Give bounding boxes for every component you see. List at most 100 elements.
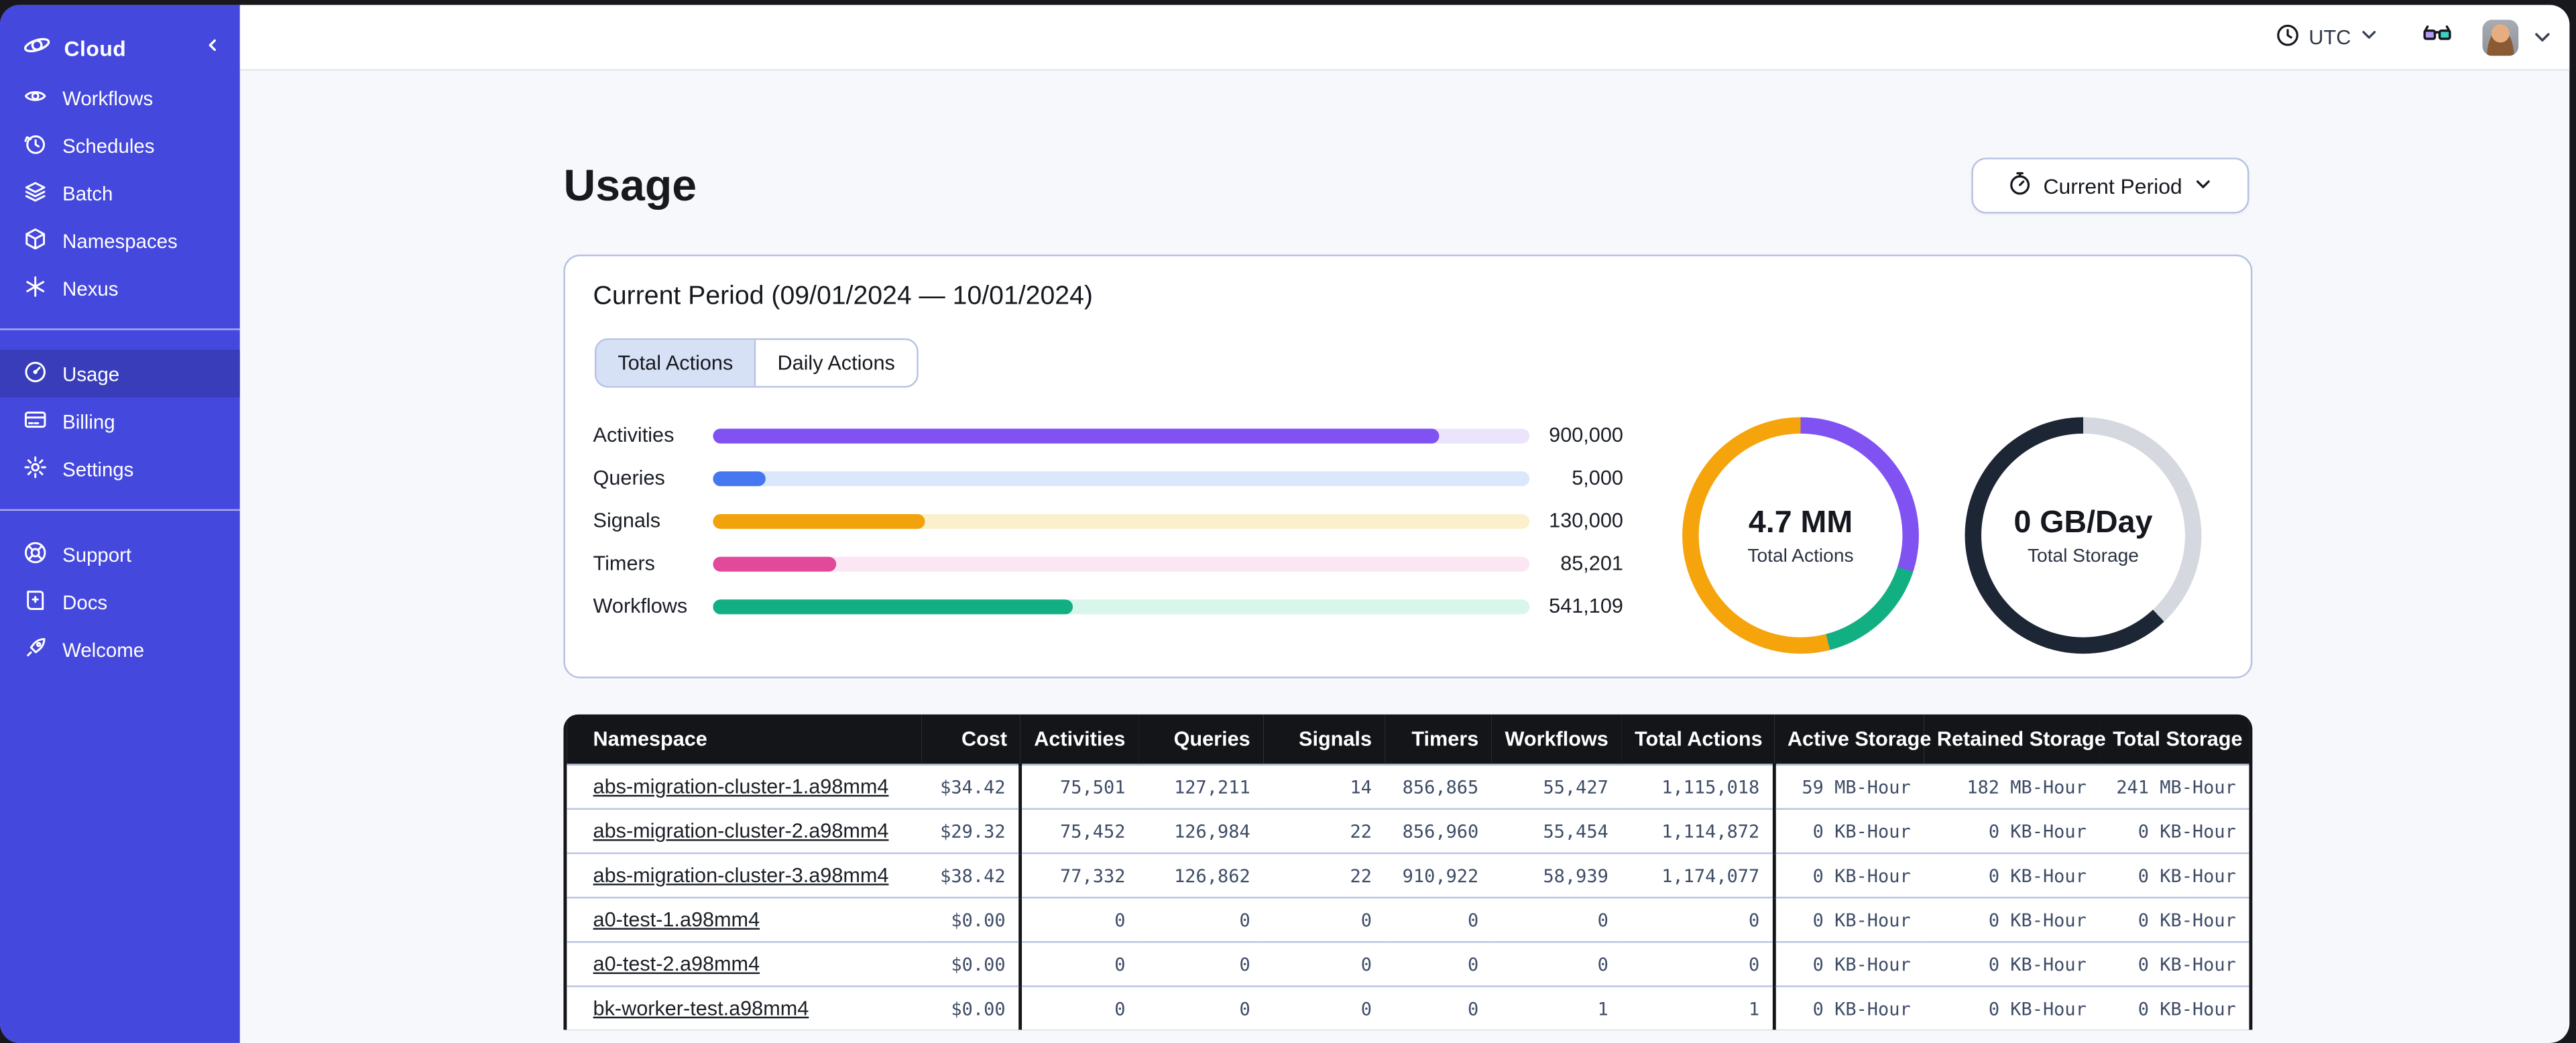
- namespace-link[interactable]: abs-migration-cluster-3.a98mm4: [593, 864, 889, 887]
- batch-icon: [23, 178, 48, 208]
- bar-fill: [713, 513, 926, 528]
- value-cell: $29.32: [921, 808, 1022, 853]
- column-header-workflows: Workflows: [1491, 714, 1622, 765]
- nerdfaces-glasses-button[interactable]: [2422, 21, 2453, 53]
- sidebar-item-label: Namespaces: [62, 229, 178, 253]
- page-title: Usage: [563, 161, 697, 210]
- namespace-link[interactable]: a0-test-2.a98mm4: [593, 953, 760, 975]
- tab-daily-actions[interactable]: Daily Actions: [754, 340, 917, 386]
- value-cell: 182 MB-Hour: [1924, 763, 2100, 809]
- column-header-activities: Activities: [1020, 714, 1139, 765]
- namespace-link[interactable]: abs-migration-cluster-1.a98mm4: [593, 776, 889, 798]
- sidebar-divider: [0, 328, 240, 330]
- nexus-icon: [23, 273, 48, 303]
- timezone-selector[interactable]: UTC: [2276, 22, 2379, 52]
- value-cell: 1,114,872: [1621, 808, 1776, 853]
- sidebar-item-nexus[interactable]: Nexus: [0, 264, 240, 312]
- value-cell: 0: [1385, 941, 1492, 987]
- namespace-link[interactable]: bk-worker-test.a98mm4: [593, 997, 809, 1020]
- sidebar-item-billing[interactable]: Billing: [0, 397, 240, 445]
- sidebar-item-label: Nexus: [62, 276, 119, 300]
- tab-total-actions[interactable]: Total Actions: [596, 340, 755, 386]
- namespaces-icon: [23, 226, 48, 255]
- value-cell: 55,427: [1491, 763, 1622, 809]
- value-cell: 0 KB-Hour: [1774, 852, 1924, 898]
- namespace-cell: bk-worker-test.a98mm4: [567, 985, 922, 1030]
- value-cell: 0: [1263, 985, 1385, 1030]
- column-header-timers: Timers: [1385, 714, 1492, 765]
- value-cell: 0 KB-Hour: [1924, 985, 2100, 1030]
- value-cell: 58,939: [1491, 852, 1622, 898]
- period-button-label: Current Period: [2043, 173, 2182, 198]
- bar-fill: [713, 471, 766, 486]
- namespace-cell: a0-test-1.a98mm4: [567, 896, 922, 942]
- sidebar-item-welcome[interactable]: Welcome: [0, 626, 240, 674]
- value-cell: 1,115,018: [1621, 763, 1776, 809]
- bar-track: [713, 513, 1530, 528]
- value-cell: $0.00: [921, 985, 1022, 1030]
- chevron-down-icon: [2359, 25, 2379, 50]
- value-cell: 126,984: [1138, 808, 1264, 853]
- value-cell: 0: [1263, 941, 1385, 987]
- value-cell: 0: [1138, 941, 1264, 987]
- value-cell: 856,865: [1385, 763, 1492, 809]
- table-row: a0-test-1.a98mm4 $0.00 0 0 0 0 0 0 0 KB-Hour 0 KB…: [567, 896, 2249, 942]
- period-selector-button[interactable]: Current Period: [1971, 158, 2249, 214]
- sidebar-item-namespaces[interactable]: Namespaces: [0, 217, 240, 264]
- sidebar-item-label: Batch: [62, 181, 113, 205]
- value-cell: 126,862: [1138, 852, 1264, 898]
- namespace-link[interactable]: abs-migration-cluster-2.a98mm4: [593, 820, 889, 843]
- sidebar-item-batch[interactable]: Batch: [0, 169, 240, 217]
- sidebar-item-label: Docs: [62, 590, 108, 614]
- donut-label: Total Storage: [2027, 546, 2139, 566]
- support-icon: [23, 540, 48, 569]
- sidebar-item-settings[interactable]: Settings: [0, 445, 240, 493]
- timezone-label: UTC: [2308, 25, 2351, 49]
- sidebar-item-label: Billing: [62, 410, 115, 433]
- sidebar-item-workflows[interactable]: Workflows: [0, 74, 240, 121]
- value-cell: 0: [1263, 896, 1385, 942]
- sidebar-collapse-icon[interactable]: [202, 34, 223, 60]
- sidebar-item-schedules[interactable]: Schedules: [0, 121, 240, 169]
- sidebar-item-docs[interactable]: Docs: [0, 578, 240, 626]
- sidebar-item-support[interactable]: Support: [0, 530, 240, 578]
- namespace-cell: abs-migration-cluster-3.a98mm4: [567, 852, 922, 898]
- sidebar-item-label: Workflows: [62, 86, 154, 109]
- value-cell: 0: [1491, 941, 1622, 987]
- glasses-icon: [2422, 21, 2453, 53]
- sidebar-item-label: Settings: [62, 457, 134, 481]
- workflows-icon: [23, 83, 48, 113]
- value-cell: 856,960: [1385, 808, 1492, 853]
- sidebar-brand[interactable]: Cloud: [23, 28, 223, 68]
- value-cell: 75,501: [1020, 763, 1139, 809]
- bar-row-signals: Signals 130,000: [593, 499, 1629, 542]
- value-cell: 0: [1020, 985, 1139, 1030]
- value-cell: 241 MB-Hour: [2099, 763, 2249, 809]
- value-cell: 0 KB-Hour: [1924, 896, 2100, 942]
- bar-value: 900,000: [1549, 424, 1623, 447]
- value-cell: $0.00: [921, 896, 1022, 942]
- namespace-link[interactable]: a0-test-1.a98mm4: [593, 908, 760, 931]
- column-header-namespace: Namespace: [567, 714, 922, 765]
- column-header-cost: Cost: [921, 714, 1020, 765]
- sidebar-item-usage[interactable]: Usage: [0, 349, 240, 397]
- user-avatar[interactable]: [2482, 19, 2519, 56]
- namespace-cell: abs-migration-cluster-2.a98mm4: [567, 808, 922, 853]
- billing-icon: [23, 406, 48, 436]
- donut-center: 0 GB/Day Total Storage: [1965, 417, 2202, 654]
- bar-label: Workflows: [593, 595, 688, 618]
- bar-row-timers: Timers 85,201: [593, 542, 1629, 585]
- value-cell: 0 KB-Hour: [2099, 985, 2249, 1030]
- value-cell: 0 KB-Hour: [2099, 808, 2249, 853]
- chevron-down-icon: [2194, 174, 2213, 198]
- value-cell: 0 KB-Hour: [1774, 941, 1924, 987]
- value-cell: 0: [1621, 941, 1776, 987]
- column-header-signals: Signals: [1263, 714, 1385, 765]
- bar-track: [713, 471, 1530, 486]
- app-window: UTC Cloud Workflows Schedules Batch Namespa…: [0, 5, 2570, 1043]
- user-menu-chevron-icon[interactable]: [2532, 26, 2553, 48]
- namespace-cell: a0-test-2.a98mm4: [567, 941, 922, 987]
- brand-label: Cloud: [64, 35, 127, 60]
- sidebar-nav-main: Workflows Schedules Batch Namespaces Nexus: [0, 74, 240, 312]
- value-cell: 59 MB-Hour: [1774, 763, 1924, 809]
